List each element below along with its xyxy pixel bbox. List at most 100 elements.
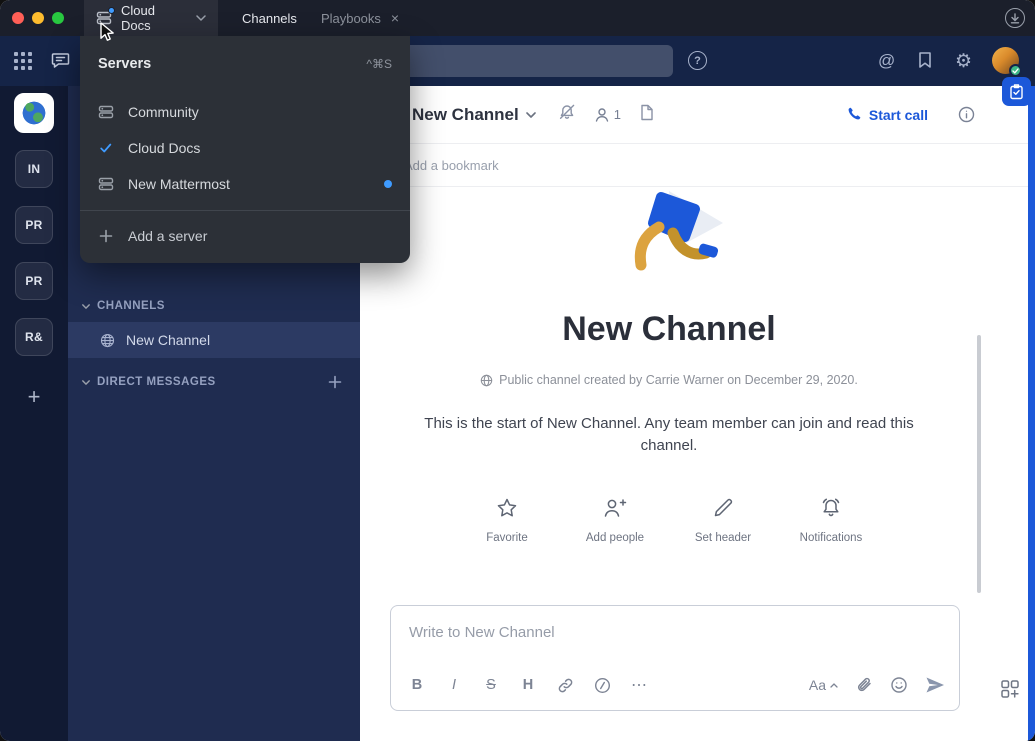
product-switcher-icon[interactable]	[14, 52, 32, 70]
mute-bell-icon[interactable]	[558, 103, 576, 126]
settings-gear-icon[interactable]: ⚙	[955, 48, 972, 74]
channel-info-icon[interactable]	[958, 106, 975, 123]
pencil-icon	[712, 497, 734, 524]
channels-section-header[interactable]: CHANNELS	[82, 298, 342, 314]
help-icon[interactable]: ?	[688, 51, 707, 70]
close-window-button[interactable]	[12, 12, 24, 24]
menu-item-label: Community	[128, 104, 199, 120]
plus-icon	[98, 228, 114, 244]
globe-icon	[480, 374, 493, 387]
phone-icon	[847, 106, 862, 124]
download-update-icon[interactable]	[1005, 8, 1025, 28]
send-message-icon[interactable]	[925, 676, 945, 694]
attach-file-icon[interactable]	[855, 676, 873, 694]
files-icon[interactable]	[639, 104, 654, 126]
scrollbar[interactable]	[977, 335, 981, 593]
add-people-button[interactable]: Add people	[582, 497, 648, 544]
direct-messages-section-header[interactable]: DIRECT MESSAGES	[82, 374, 342, 390]
add-people-label: Add people	[586, 532, 644, 544]
sidebar-item-new-channel[interactable]: New Channel	[68, 322, 360, 358]
window-controls	[12, 12, 64, 24]
bell-icon	[820, 497, 842, 524]
slash-command-icon[interactable]	[590, 673, 614, 697]
add-direct-message-icon[interactable]	[328, 375, 342, 389]
message-input-placeholder: Write to New Channel	[409, 624, 555, 641]
zoom-window-button[interactable]	[52, 12, 64, 24]
team-item[interactable]: PR	[15, 262, 53, 300]
emoji-icon[interactable]	[890, 676, 908, 694]
bookmark-bar: Add a bookmark	[360, 145, 1028, 187]
tab-channels-label: Channels	[242, 11, 297, 26]
notifications-label: Notifications	[800, 532, 863, 544]
channel-intro-title: New Channel	[360, 310, 978, 349]
menu-item-cloud-docs[interactable]: Cloud Docs	[80, 130, 410, 166]
composer-toolbar: B I S H ⋯ Aa	[391, 669, 959, 701]
servers-dropdown-menu: Servers ^⌘S Community Cloud Docs New M	[80, 36, 410, 263]
tab-playbooks[interactable]: Playbooks ×	[321, 10, 399, 26]
notifications-button[interactable]: Notifications	[798, 497, 864, 544]
app-window: Cloud Docs Channels Playbooks × ? @ ⚙	[0, 0, 1035, 741]
servers-menu-title: Servers	[98, 56, 151, 72]
team-avatar-globe[interactable]	[14, 93, 54, 133]
start-call-label: Start call	[869, 107, 928, 123]
strikethrough-button[interactable]: S	[479, 673, 503, 697]
saved-posts-icon[interactable]	[917, 51, 933, 69]
more-formatting-button[interactable]: ⋯	[627, 673, 651, 697]
chevron-down-icon	[82, 304, 90, 309]
dm-section-label: DIRECT MESSAGES	[97, 376, 216, 388]
mouse-cursor	[100, 22, 115, 48]
team-item[interactable]: PR	[15, 206, 53, 244]
search-input[interactable]	[365, 45, 673, 77]
close-tab-icon[interactable]: ×	[391, 10, 399, 26]
team-sidebar: IN PR PR R& +	[0, 86, 68, 741]
menu-item-community[interactable]: Community	[80, 94, 410, 130]
channel-intro-actions: Favorite Add people Set header Notificat…	[360, 497, 978, 544]
link-icon[interactable]	[553, 673, 577, 697]
favorite-label: Favorite	[486, 532, 528, 544]
add-server-button[interactable]: Add a server	[80, 219, 410, 253]
online-status-badge	[1009, 64, 1022, 77]
check-icon	[98, 140, 114, 156]
unread-dot	[384, 180, 392, 188]
bold-button[interactable]: B	[405, 673, 429, 697]
toggle-formatting-button[interactable]: Aa	[809, 677, 838, 693]
channels-section-label: CHANNELS	[97, 300, 165, 312]
chevron-down-icon	[82, 380, 90, 385]
channel-name-label: New Channel	[126, 332, 210, 348]
minimize-window-button[interactable]	[32, 12, 44, 24]
mentions-icon[interactable]: @	[878, 50, 895, 72]
chevron-down-icon	[196, 15, 206, 21]
channels-product-icon[interactable]	[50, 50, 71, 71]
add-server-label: Add a server	[128, 228, 207, 244]
add-team-button[interactable]: +	[15, 378, 53, 416]
clipboard-check-icon	[1009, 84, 1024, 100]
favorite-button[interactable]: Favorite	[474, 497, 540, 544]
main-panel: New Channel 1 Start call	[360, 86, 1028, 741]
aa-label: Aa	[809, 677, 826, 693]
tab-playbooks-label: Playbooks	[321, 11, 381, 26]
member-count: 1	[614, 107, 621, 122]
user-avatar[interactable]	[992, 47, 1019, 74]
tab-channels[interactable]: Channels	[242, 11, 297, 26]
apps-bar-toggle-icon[interactable]	[1000, 679, 1020, 699]
channel-header: New Channel 1 Start call	[360, 86, 1028, 144]
playbooks-app-button[interactable]	[1002, 77, 1031, 106]
menu-item-new-mattermost[interactable]: New Mattermost	[80, 166, 410, 202]
team-item[interactable]: IN	[15, 150, 53, 188]
channel-intro: New Channel Public channel created by Ca…	[360, 187, 978, 544]
team-item[interactable]: R&	[15, 318, 53, 356]
composer-right-controls: Aa	[809, 676, 945, 694]
heading-button[interactable]: H	[516, 673, 540, 697]
server-tab-label: Cloud Docs	[121, 3, 187, 33]
add-bookmark-button[interactable]: Add a bookmark	[404, 158, 499, 173]
message-composer[interactable]: Write to New Channel B I S H ⋯ Aa	[390, 605, 960, 711]
globe-icon	[100, 333, 115, 348]
right-apps-bar	[1028, 86, 1035, 741]
italic-button[interactable]: I	[442, 673, 466, 697]
chevron-down-icon	[526, 112, 536, 118]
start-call-button[interactable]: Start call	[847, 106, 928, 124]
channel-title-menu[interactable]: New Channel	[412, 105, 536, 125]
set-header-button[interactable]: Set header	[690, 497, 756, 544]
channel-members-button[interactable]: 1	[594, 107, 621, 123]
channel-created-text: Public channel created by Carrie Warner …	[499, 373, 858, 387]
